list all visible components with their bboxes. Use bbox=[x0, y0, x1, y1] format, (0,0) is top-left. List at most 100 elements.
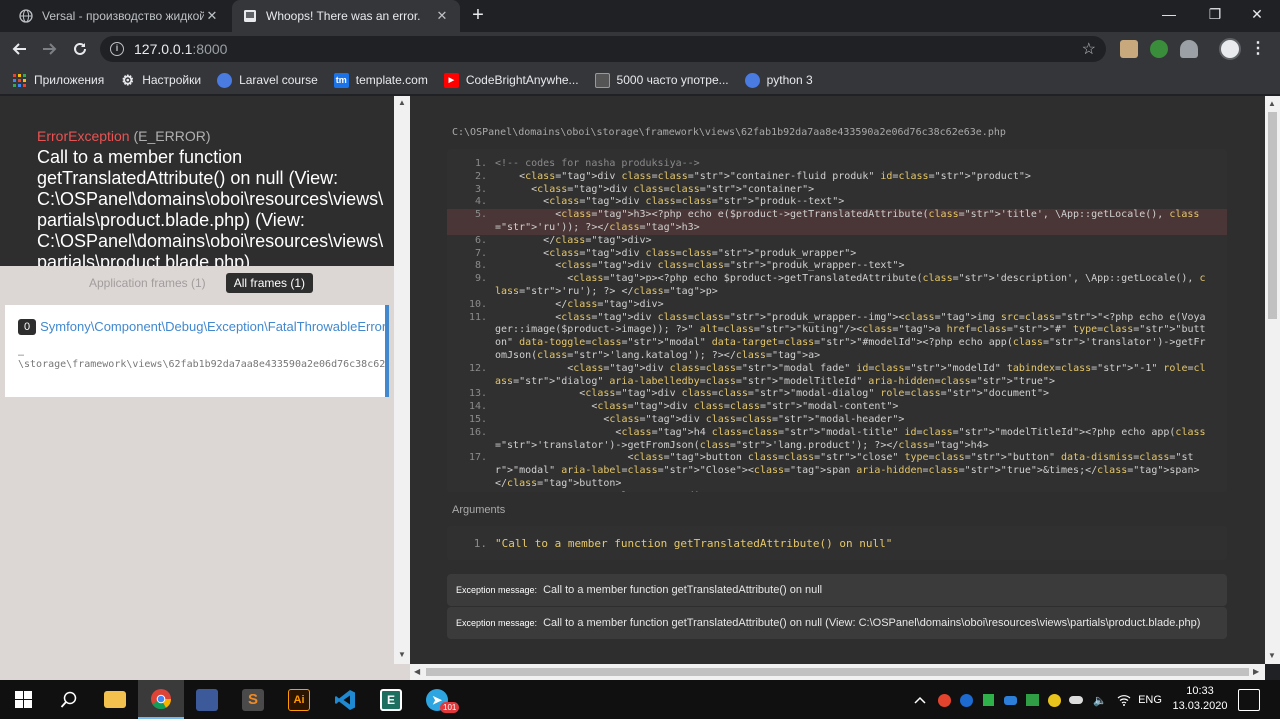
bookmark-apps[interactable]: Приложения bbox=[12, 73, 104, 88]
scroll-up-arrow-icon[interactable]: ▲ bbox=[398, 98, 406, 107]
message-label: Exception message: bbox=[456, 585, 538, 595]
message-label: Exception message: bbox=[456, 618, 538, 628]
tab-versal[interactable]: Versal - производство жидкой с ✕ bbox=[8, 0, 230, 32]
bookmark-label: template.com bbox=[355, 73, 428, 87]
line-text: <class="tag">div class=class="str">"prod… bbox=[495, 247, 857, 259]
line-number: 12. bbox=[468, 362, 487, 374]
code-line: 13. <class="tag">div class=class="str">"… bbox=[447, 388, 1227, 401]
frame-file-path: \storage\framework\views\62fab1b92da7aa8… bbox=[18, 359, 386, 370]
bookmark-codebright[interactable]: ▶ CodeBrightAnywhe... bbox=[443, 72, 579, 88]
bookmark-settings[interactable]: ⚙ Настройки bbox=[120, 72, 201, 88]
tray-game-icon[interactable] bbox=[1024, 692, 1040, 708]
taskbar-app-vscode[interactable] bbox=[322, 680, 368, 719]
apps-grid-icon bbox=[12, 73, 27, 88]
argument-value: "Call to a member function getTranslated… bbox=[495, 537, 893, 550]
page-horizontal-scrollbar[interactable]: ◀ ▶ bbox=[410, 664, 1265, 680]
line-text: <class="tag">div class=class="str">"prod… bbox=[495, 196, 845, 208]
scroll-up-arrow-icon[interactable]: ▲ bbox=[1268, 99, 1276, 108]
frame-item[interactable]: 0 Symfony\Component\Debug\Exception\Fatal… bbox=[5, 305, 389, 397]
bookmark-star-icon[interactable]: ☆ bbox=[1082, 39, 1096, 59]
language-indicator[interactable]: ENG bbox=[1138, 692, 1162, 708]
chevron-up-icon[interactable] bbox=[912, 692, 928, 708]
scroll-right-arrow-icon[interactable]: ▶ bbox=[1253, 667, 1259, 676]
start-button[interactable] bbox=[0, 680, 46, 719]
address-bar[interactable]: i 127.0.0.1 :8000 ☆ bbox=[100, 36, 1106, 62]
line-text: <class="tag">div class=class="str">"prod… bbox=[495, 260, 905, 272]
page-icon bbox=[242, 8, 258, 24]
tab-all-frames[interactable]: All frames (1) bbox=[225, 273, 314, 293]
taskbar-app-illustrator[interactable]: Ai bbox=[276, 680, 322, 719]
code-line: 2. <class="tag">div class=class="str">"c… bbox=[447, 171, 1227, 184]
line-text: </class="tag">div> bbox=[495, 234, 652, 246]
line-number: 13. bbox=[468, 388, 487, 400]
taskbar-app-chrome[interactable] bbox=[138, 680, 184, 719]
line-text: <class="tag">div class=class="str">"moda… bbox=[495, 362, 1206, 387]
taskbar-app-editor[interactable]: E bbox=[368, 680, 414, 719]
avatar[interactable] bbox=[1219, 38, 1241, 60]
line-number: 5. bbox=[474, 209, 487, 221]
taskbar-app-save[interactable] bbox=[184, 680, 230, 719]
code-line: 18. </class="tag">div> bbox=[447, 491, 1227, 492]
new-tab-button[interactable]: + bbox=[466, 4, 490, 28]
tray-cloud-icon[interactable] bbox=[1068, 692, 1084, 708]
wifi-icon[interactable] bbox=[1116, 692, 1132, 708]
search-button[interactable] bbox=[46, 680, 92, 719]
tray-app-icon[interactable] bbox=[936, 692, 952, 708]
info-icon[interactable]: i bbox=[110, 42, 124, 56]
frames-vertical-scrollbar[interactable]: ▲ ▼ bbox=[394, 96, 410, 664]
frame-class: Symfony\Component\Debug\Exception\FatalT… bbox=[40, 319, 387, 334]
scroll-down-arrow-icon[interactable]: ▼ bbox=[1268, 651, 1276, 660]
code-line: 1. <!-- codes for nasha produksiya--> bbox=[447, 158, 1227, 171]
exception-type: ErrorException bbox=[37, 128, 130, 144]
line-text: <class="tag">div class=class="str">"moda… bbox=[495, 388, 1049, 400]
line-text: </class="tag">div> bbox=[495, 298, 664, 310]
taskbar-app-telegram[interactable]: ➤ 101 bbox=[414, 680, 460, 719]
extension-cloud-icon[interactable] bbox=[1180, 40, 1198, 58]
exception-header: ErrorException (E_ERROR) Call to a membe… bbox=[0, 96, 394, 266]
taskbar-clock[interactable]: 10:33 13.03.2020 bbox=[1164, 684, 1236, 714]
forward-arrow-icon[interactable] bbox=[37, 37, 61, 61]
illustrator-icon: Ai bbox=[288, 688, 310, 711]
maximize-button[interactable]: ❐ bbox=[1192, 0, 1238, 28]
minimize-button[interactable]: — bbox=[1146, 0, 1192, 28]
reload-icon[interactable] bbox=[68, 37, 92, 61]
tray-car-icon[interactable] bbox=[1002, 692, 1018, 708]
volume-icon[interactable]: 🔈 bbox=[1092, 692, 1108, 708]
taskbar-app-sublime[interactable]: S bbox=[230, 680, 276, 719]
details-panel: C:\OSPanel\domains\oboi\storage\framewor… bbox=[410, 96, 1265, 664]
line-text: <class="tag">div class=class="str">"moda… bbox=[495, 413, 905, 425]
frame-index: 0 bbox=[18, 319, 37, 335]
bookmark-5000-words[interactable]: 5000 часто употре... bbox=[594, 72, 729, 88]
scrollbar-thumb[interactable] bbox=[426, 668, 1249, 676]
bookmark-laravel-course[interactable]: Laravel course bbox=[217, 72, 318, 88]
tab-whoops[interactable]: Whoops! There was an error. ✕ bbox=[232, 0, 460, 32]
scroll-left-arrow-icon[interactable]: ◀ bbox=[414, 667, 420, 676]
back-arrow-icon[interactable] bbox=[8, 37, 32, 61]
notification-center-icon[interactable] bbox=[1238, 689, 1260, 711]
extension-user-icon[interactable] bbox=[1120, 40, 1138, 58]
code-file-path[interactable]: C:\OSPanel\domains\oboi\storage\framewor… bbox=[452, 127, 1006, 138]
bookmark-template-com[interactable]: tm template.com bbox=[333, 72, 428, 88]
line-text: <class="tag">div class=class="str">"cont… bbox=[495, 170, 1031, 182]
exception-message: Call to a member function getTranslatedA… bbox=[37, 147, 384, 266]
scroll-down-arrow-icon[interactable]: ▼ bbox=[398, 650, 406, 659]
exception-message-box: Exception message: Call to a member func… bbox=[447, 607, 1227, 639]
tray-bluetooth-icon[interactable] bbox=[958, 692, 974, 708]
code-line: 16. <class="tag">h4 class=class="str">"m… bbox=[447, 427, 1227, 453]
window-close-button[interactable]: ✕ bbox=[1234, 0, 1280, 28]
extension-leaf-icon[interactable] bbox=[1150, 40, 1168, 58]
frames-panel-footer bbox=[0, 664, 410, 680]
page-vertical-scrollbar[interactable]: ▲ ▼ bbox=[1265, 96, 1280, 664]
bookmark-python3[interactable]: python 3 bbox=[744, 72, 813, 88]
scrollbar-thumb[interactable] bbox=[1268, 112, 1277, 319]
taskbar-app-explorer[interactable] bbox=[92, 680, 138, 719]
youtube-icon: ▶ bbox=[443, 72, 459, 88]
tab-application-frames[interactable]: Application frames (1) bbox=[81, 273, 214, 293]
close-icon[interactable]: ✕ bbox=[434, 8, 450, 24]
menu-kebab-icon[interactable]: ⋮ bbox=[1250, 38, 1266, 60]
line-number: 2. bbox=[474, 170, 487, 182]
line-text: <class="tag">p><?php echo $product->getT… bbox=[495, 273, 1206, 297]
close-icon[interactable]: ✕ bbox=[204, 8, 220, 24]
tray-status-icon[interactable] bbox=[1046, 692, 1062, 708]
tray-flag-icon[interactable] bbox=[980, 692, 996, 708]
